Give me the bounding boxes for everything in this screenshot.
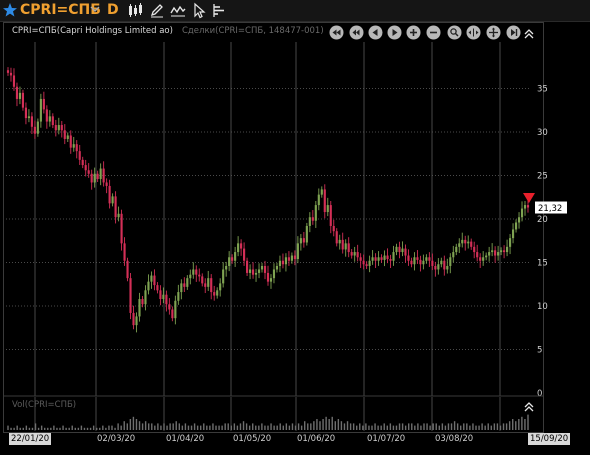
candlestick-type-icon[interactable] — [126, 2, 144, 19]
scroll-to-start-icon[interactable] — [329, 25, 344, 40]
favorite-star-icon[interactable] — [2, 1, 18, 19]
x-tick-label: 01/04/20 — [166, 434, 205, 444]
trades-label: Сделки(CPRI=СПБ, 148477-001) — [182, 26, 324, 36]
toolbar: CPRI=СПБ D — [0, 0, 590, 22]
cursor-icon[interactable] — [190, 2, 208, 19]
x-tick-label: 01/05/20 — [233, 434, 272, 444]
scroll-right-icon[interactable] — [387, 25, 402, 40]
fit-horizontal-icon[interactable] — [466, 25, 481, 40]
x-axis-end-date: 15/09/20 — [528, 433, 571, 445]
magnifier-icon[interactable] — [447, 25, 462, 40]
x-axis-start-date: 22/01/20 — [9, 433, 52, 445]
chart-title: CPRI=СПБ(Capri Holdings Limited ао) — [12, 26, 173, 36]
interval-selector[interactable]: D — [107, 1, 119, 20]
zoom-in-icon[interactable] — [406, 25, 421, 40]
zoom-out-icon[interactable] — [426, 25, 441, 40]
scroll-page-left-icon[interactable] — [349, 25, 364, 40]
scroll-left-icon[interactable] — [368, 25, 383, 40]
x-tick-label: 01/06/20 — [297, 434, 336, 444]
volume-panel-label: Vol(CPRI=СПБ) — [12, 400, 77, 410]
chevron-down-icon[interactable] — [89, 3, 101, 15]
chart-panel — [3, 22, 544, 433]
x-tick-label: 01/07/20 — [367, 434, 406, 444]
fit-both-icon[interactable] — [486, 25, 501, 40]
depth-of-market-icon[interactable] — [210, 2, 228, 19]
x-tick-label: 02/03/20 — [97, 434, 136, 444]
pencil-icon[interactable] — [148, 2, 166, 19]
x-tick-label: 03/08/20 — [435, 434, 474, 444]
scroll-to-end-icon[interactable] — [506, 25, 521, 40]
indicator-icon[interactable] — [169, 2, 187, 19]
